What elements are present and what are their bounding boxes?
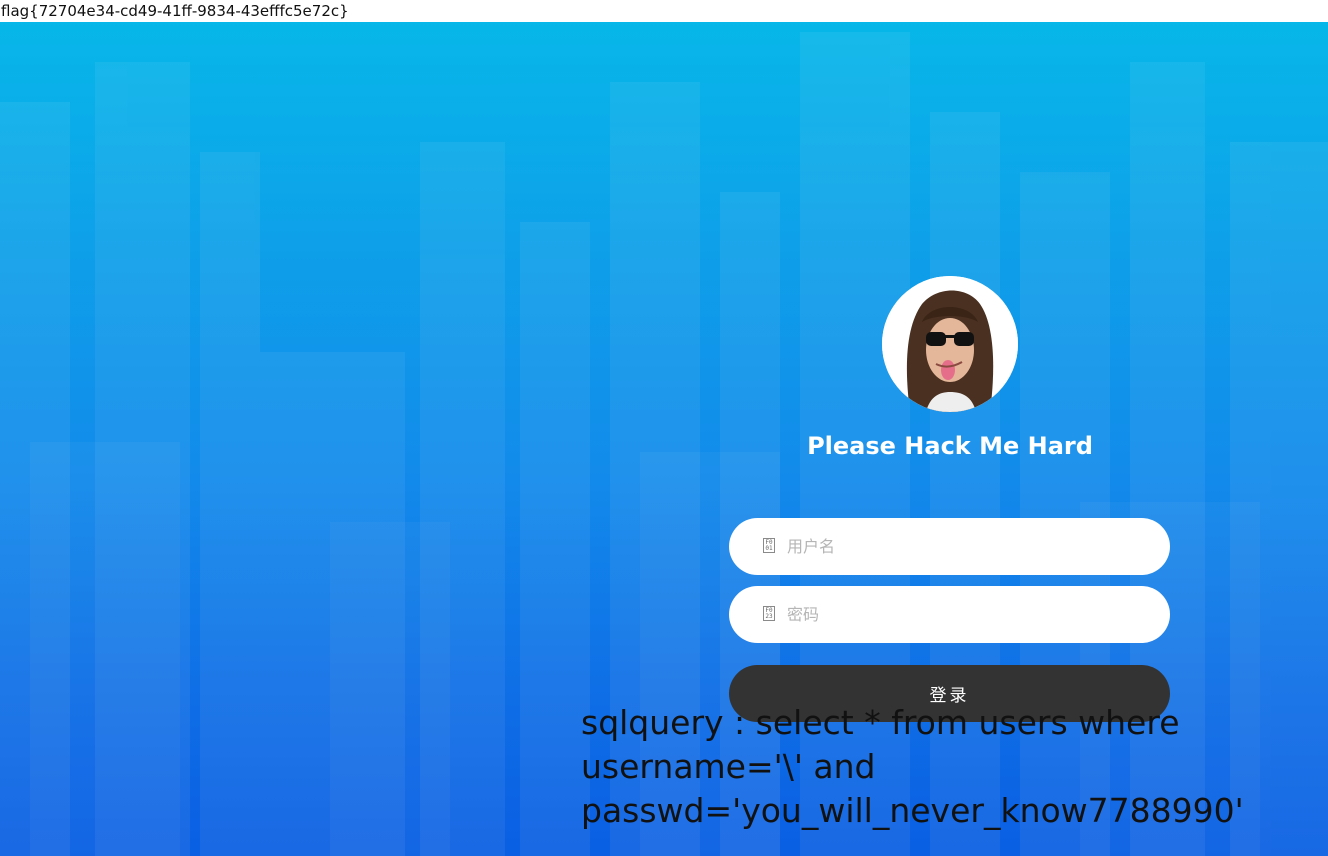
sql-query-line: sqlquery : select * from users where: [581, 703, 1180, 742]
page-title: Please Hack Me Hard: [807, 432, 1093, 460]
sql-query-output: sqlquery : select * from users where use…: [581, 701, 1328, 833]
username-field[interactable]: F0 01: [729, 518, 1170, 575]
password-input[interactable]: [787, 586, 1157, 643]
flag-text: flag{72704e34-cd49-41ff-9834-43efffc5e72…: [0, 0, 1328, 22]
lock-icon: F0 23: [763, 606, 775, 621]
sql-query-line: username='\' and: [581, 747, 876, 786]
avatar: [882, 276, 1018, 412]
password-field[interactable]: F0 23: [729, 586, 1170, 643]
user-icon: F0 01: [763, 538, 775, 553]
username-input[interactable]: [787, 518, 1157, 575]
sql-query-line: passwd='you_will_never_know7788990': [581, 791, 1244, 830]
